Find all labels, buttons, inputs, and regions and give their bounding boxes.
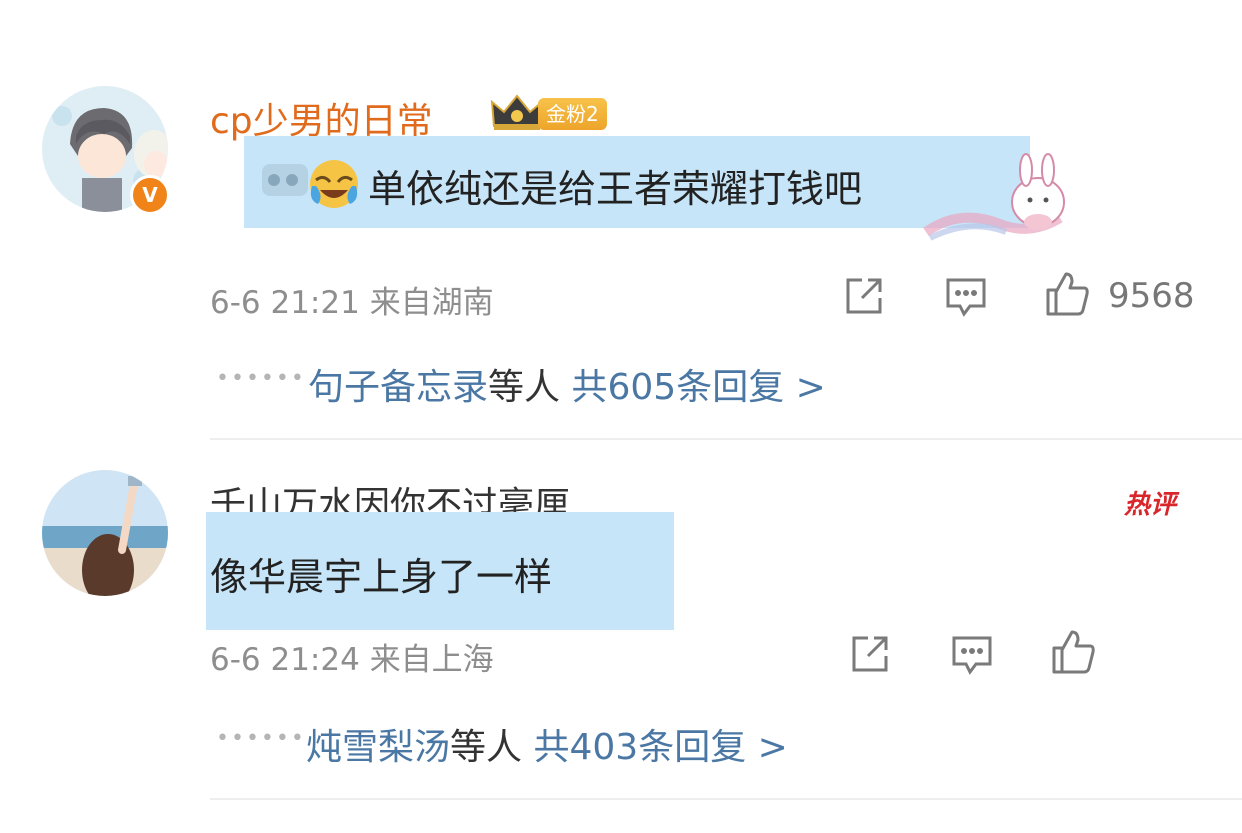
comment-time: 6-6 21:21 bbox=[210, 285, 360, 321]
dots-icon: •••••• bbox=[216, 366, 306, 391]
reply-count: 共605条回复 > bbox=[571, 367, 826, 408]
share-icon[interactable] bbox=[848, 632, 892, 680]
divider bbox=[210, 798, 1242, 800]
thumbs-up-icon[interactable] bbox=[1050, 628, 1098, 680]
fan-level-badge: 金粉2 bbox=[538, 98, 607, 130]
reply-count: 共403条回复 > bbox=[533, 727, 788, 768]
share-icon[interactable] bbox=[842, 274, 886, 322]
comment-icon[interactable] bbox=[950, 632, 994, 680]
hot-comment-tag: 热评 bbox=[1124, 490, 1177, 520]
verified-badge-icon: V bbox=[130, 175, 170, 215]
dots-icon: •••••• bbox=[216, 726, 306, 751]
comment-meta: 6-6 21:21 来自湖南 bbox=[210, 277, 494, 322]
thumbs-up-icon[interactable] bbox=[1044, 270, 1092, 322]
like-count: 9568 bbox=[1108, 276, 1195, 316]
reply-names: 炖雪梨汤 bbox=[306, 727, 451, 768]
reply-mid-text: 等人 bbox=[488, 367, 561, 408]
reply-names: 句子备忘录 bbox=[308, 367, 489, 408]
comment-time: 6-6 21:24 bbox=[210, 642, 360, 678]
avatar[interactable] bbox=[42, 470, 168, 596]
comment-meta: 6-6 21:24 来自上海 bbox=[210, 634, 494, 679]
crying-laugh-emoji-icon bbox=[306, 156, 362, 216]
comment-location: 来自上海 bbox=[369, 642, 494, 678]
verified-badge-label: V bbox=[142, 183, 158, 207]
comment-location: 来自湖南 bbox=[369, 285, 494, 321]
reply-mid-text: 等人 bbox=[450, 727, 523, 768]
reply-summary-link[interactable]: 炖雪梨汤等人 共403条回复 > bbox=[306, 718, 788, 770]
bunny-sticker-icon bbox=[920, 148, 1070, 246]
comment-item: 千山万水因你不过毫厘 热评 像华晨宇上身了一样 6-6 21:24 来自上海 •… bbox=[0, 440, 1242, 800]
comment-item: V cp少男的日常 金粉2 单依纯还是给王者荣耀打钱吧 6-6 21:21 来自… bbox=[0, 0, 1242, 440]
reply-summary-link[interactable]: 句子备忘录等人 共605条回复 > bbox=[308, 358, 826, 410]
comment-text: 像华晨宇上身了一样 bbox=[210, 555, 553, 599]
crown-icon bbox=[490, 92, 544, 136]
comment-text: 单依纯还是给王者荣耀打钱吧 bbox=[368, 167, 863, 211]
comment-icon[interactable] bbox=[944, 274, 988, 322]
